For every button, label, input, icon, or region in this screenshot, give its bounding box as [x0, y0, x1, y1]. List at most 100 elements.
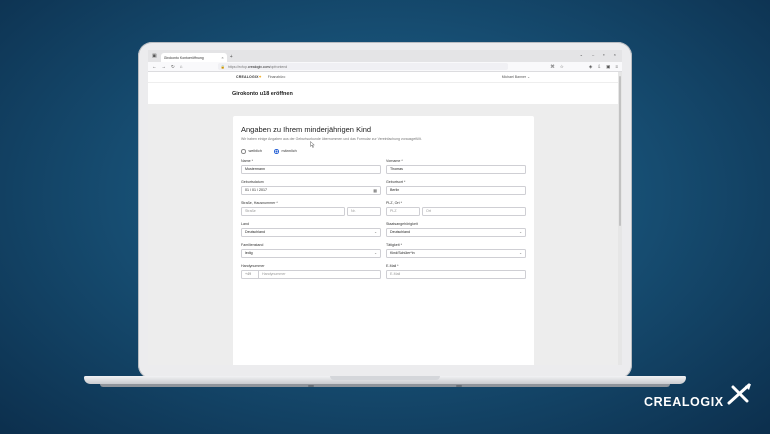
phone-placeholder: Handynummer: [262, 272, 286, 276]
chevron-down-icon: ⌄: [527, 75, 530, 79]
back-icon[interactable]: ←: [152, 64, 157, 69]
plane-logo-icon: [727, 383, 751, 405]
extensions-icon[interactable]: ▣: [606, 64, 610, 70]
country-select[interactable]: Deutschland ⌄: [241, 227, 381, 237]
laptop-notch: [330, 376, 440, 380]
marital-label: Familienstand: [241, 242, 264, 247]
birthdate-input[interactable]: 01 / 01 / 2017 ▦: [241, 185, 381, 195]
laptop-foot: [456, 385, 462, 387]
chevron-down-icon: ⌄: [374, 251, 377, 255]
home-icon[interactable]: ⌂: [180, 64, 183, 69]
birthplace-label: Geburtsort *: [386, 179, 406, 184]
reload-icon[interactable]: ↻: [171, 64, 175, 70]
page-title: Girokonto u18 eröffnen: [232, 90, 293, 97]
close-window-icon[interactable]: ×: [614, 52, 616, 57]
tab-list-icon[interactable]: ⌄: [580, 52, 583, 57]
forward-icon[interactable]: →: [162, 64, 167, 69]
window-controls: ⌄ – ▪ ×: [580, 52, 616, 57]
url-path: /opfrontend: [269, 64, 288, 69]
nationality-label: Staatsangehörigkeit: [386, 221, 418, 226]
birthdate-value: 01 / 01 / 2017: [245, 188, 267, 192]
chevron-down-icon: ⌄: [519, 230, 522, 234]
email-field-group: E-Mail * E-Mail: [386, 264, 526, 279]
page-scrollbar[interactable]: [618, 72, 622, 365]
chevron-down-icon: ⌄: [374, 230, 377, 234]
url-prefix: https://ecfop.: [227, 64, 248, 69]
radio-weiblich[interactable]: weiblich: [241, 149, 262, 154]
user-menu[interactable]: Michael Banner ⌄: [502, 75, 530, 79]
radio-maennlich[interactable]: männlich: [274, 149, 297, 154]
country-label: Land: [241, 221, 249, 226]
radio-button[interactable]: [241, 149, 246, 154]
browser-tab[interactable]: Girokonto Kontoeröffnung ×: [160, 53, 227, 62]
email-label: E-Mail *: [386, 263, 399, 268]
occupation-field-group: Tätigkeit * Kind/Schüler*in ⌄: [386, 243, 526, 258]
firstname-input[interactable]: Thomas: [386, 164, 526, 174]
form-title: Angaben zu Ihrem minderjährigen Kind: [241, 125, 372, 134]
chevron-down-icon: ⌄: [519, 251, 522, 255]
birthdate-field-group: Geburtsdatum 01 / 01 / 2017 ▦: [241, 180, 381, 195]
name-input[interactable]: Mustermann: [241, 164, 381, 174]
shield-icon[interactable]: ◈: [589, 64, 592, 70]
app-logo[interactable]: CREALOGIX✦: [236, 75, 262, 79]
logo-spark-icon: ✦: [258, 75, 262, 79]
mouse-cursor-icon: [310, 141, 315, 148]
bookmark-star-icon[interactable]: ☆: [560, 64, 564, 70]
tab-title: Girokonto Kontoeröffnung: [163, 55, 204, 60]
user-name: Michael Banner: [501, 75, 527, 79]
occupation-label: Tätigkeit *: [386, 242, 402, 247]
url-field[interactable]: 🔒 https://ecfop.crealogix.com/opfrontend: [217, 63, 508, 70]
logo-text: CREALOGIX: [236, 75, 259, 79]
occupation-select[interactable]: Kind/Schüler*in ⌄: [386, 248, 526, 258]
menu-icon[interactable]: ≡: [615, 64, 618, 70]
name-field-group: Name * Mustermann: [241, 159, 381, 174]
phone-prefix: +49: [245, 270, 259, 278]
birthplace-input[interactable]: Berlin: [386, 185, 526, 195]
firstname-field-group: Vorname * Thomas: [386, 159, 526, 174]
zip-input[interactable]: PLZ: [386, 206, 420, 216]
city-input[interactable]: Ort: [422, 206, 526, 216]
gender-radio-group: weiblich männlich: [241, 149, 526, 154]
page-header: Girokonto u18 eröffnen: [148, 82, 618, 104]
url-domain: crealogix.com: [247, 64, 270, 69]
phone-field-group: Handynummer +49 Handynummer: [241, 264, 381, 279]
birthplace-field-group: Geburtsort * Berlin: [386, 180, 526, 195]
phone-input[interactable]: +49 Handynummer: [241, 269, 381, 279]
scrollbar-thumb[interactable]: [619, 76, 621, 226]
downloads-icon[interactable]: ⇩: [597, 64, 601, 70]
housenumber-input[interactable]: Nr.: [347, 206, 381, 216]
marital-select[interactable]: ledig ⌄: [241, 248, 381, 258]
form-hint: Wir haben einige Angaben aus der Geburts…: [241, 137, 422, 141]
nationality-value: Deutschland: [390, 230, 410, 234]
maximize-icon[interactable]: ▪: [603, 52, 604, 57]
menu-finanzbuero[interactable]: Finanzbüro: [268, 75, 286, 79]
brand-wordmark: CREALOGIX: [644, 395, 724, 409]
tab-bar: ▣ Girokonto Kontoeröffnung × + ⌄ – ▪ ×: [148, 50, 622, 62]
zip-label: PLZ, Ort *: [386, 200, 402, 205]
name-label: Name *: [241, 158, 253, 163]
app-header: CREALOGIX✦ Finanzbüro Michael Banner ⌄: [148, 72, 618, 82]
street-label: Straße, Hausnummer *: [241, 200, 278, 205]
phone-label: Handynummer: [241, 263, 265, 268]
zip-city-field-group: PLZ, Ort * PLZ Ort: [386, 201, 526, 216]
lock-icon: 🔒: [220, 64, 225, 69]
street-input[interactable]: Straße: [241, 206, 345, 216]
browser-window: ▣ Girokonto Kontoeröffnung × + ⌄ – ▪ × ←…: [148, 50, 622, 365]
email-input[interactable]: E-Mail: [386, 269, 526, 279]
translate-icon[interactable]: ⌘: [550, 64, 555, 70]
street-field-group: Straße, Hausnummer * Straße Nr.: [241, 201, 381, 216]
radio-button-selected[interactable]: [274, 149, 279, 154]
form-card: Angaben zu Ihrem minderjährigen Kind Wir…: [233, 116, 534, 365]
close-tab-icon[interactable]: ×: [221, 55, 223, 60]
marital-value: ledig: [245, 251, 253, 255]
minimize-icon[interactable]: –: [592, 52, 594, 57]
laptop-foot: [308, 385, 314, 387]
radio-label: männlich: [281, 149, 297, 154]
page-content: CREALOGIX✦ Finanzbüro Michael Banner ⌄ G…: [148, 72, 618, 365]
calendar-icon[interactable]: ▦: [373, 188, 377, 193]
country-field-group: Land Deutschland ⌄: [241, 222, 381, 237]
new-tab-icon[interactable]: +: [230, 54, 233, 60]
country-value: Deutschland: [245, 230, 265, 234]
nationality-select[interactable]: Deutschland ⌄: [386, 227, 526, 237]
window-icon: ▣: [152, 53, 157, 59]
